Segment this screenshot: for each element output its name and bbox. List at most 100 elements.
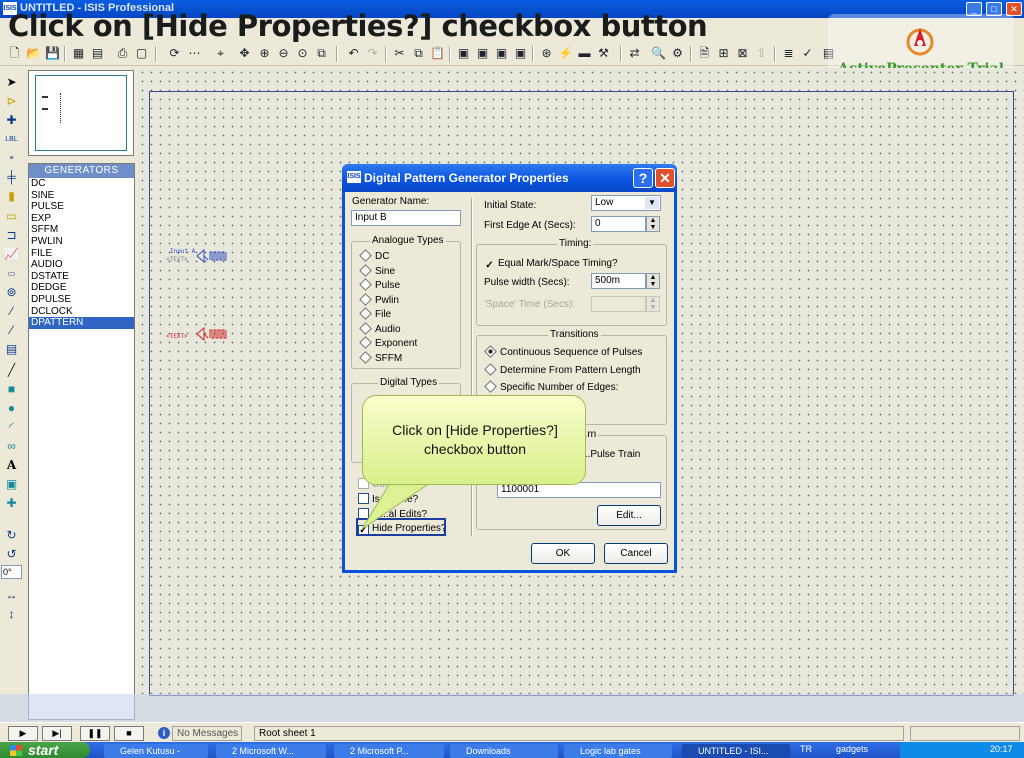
help-button[interactable]: ?: [633, 168, 653, 188]
pan-icon[interactable]: ✥: [236, 45, 253, 62]
radio-continuous-sequence[interactable]: Continuous Sequence of Pulses: [484, 345, 642, 358]
task-button[interactable]: 2 Microsoft W...: [216, 744, 326, 758]
make-device-icon[interactable]: ⚡: [557, 45, 574, 62]
play-icon[interactable]: ▶: [8, 726, 38, 741]
new-file-icon[interactable]: 🗋: [6, 45, 23, 62]
subcircuit-icon[interactable]: ▮: [2, 188, 21, 205]
zoom-all-icon[interactable]: ⊙: [294, 45, 311, 62]
pulse-width-spinner-icon[interactable]: ▲ ▼: [646, 273, 660, 289]
horizontal-scroll-area[interactable]: [0, 694, 1024, 722]
equal-mark-space-checkbox[interactable]: ✓ Equal Mark/Space Timing?: [484, 258, 617, 272]
task-button[interactable]: Gelen Kutusu -: [104, 744, 208, 758]
mirror-horizontal-icon[interactable]: ↔: [2, 587, 21, 604]
refresh-icon[interactable]: ⟳: [166, 45, 183, 62]
package-tool-icon[interactable]: ▬: [576, 45, 593, 62]
tape-recorder-icon[interactable]: ▭: [2, 265, 21, 282]
list-item[interactable]: DSTATE: [29, 271, 134, 283]
list-item[interactable]: PWLIN: [29, 236, 134, 248]
line-tool-icon[interactable]: ╱: [2, 362, 21, 379]
task-button[interactable]: Downloads: [450, 744, 558, 758]
first-edge-input[interactable]: 0: [591, 216, 646, 232]
edit-button[interactable]: Edit...: [597, 505, 661, 526]
step-icon[interactable]: ▶|: [42, 726, 72, 741]
list-item[interactable]: DPULSE: [29, 294, 134, 306]
list-item[interactable]: SINE: [29, 190, 134, 202]
initial-state-select[interactable]: Low ▼: [591, 195, 661, 211]
import-icon[interactable]: ▦: [70, 45, 87, 62]
cancel-button[interactable]: Cancel: [604, 543, 668, 564]
origin-icon[interactable]: ⌖: [212, 45, 229, 62]
cut-icon[interactable]: ✂: [391, 45, 408, 62]
copy-icon[interactable]: ⧉: [410, 45, 427, 62]
space-time-spinner-icon[interactable]: ▲ ▼: [646, 296, 660, 312]
virtual-instruments-icon[interactable]: ▤: [2, 341, 21, 358]
list-item[interactable]: DCLOCK: [29, 306, 134, 318]
device-pins-icon[interactable]: ⊐: [2, 227, 21, 244]
open-file-icon[interactable]: 📂: [25, 45, 42, 62]
messages-field[interactable]: No Messages: [172, 726, 242, 741]
generator-name-input[interactable]: Input B: [351, 210, 461, 226]
text-script-icon[interactable]: ≡: [2, 150, 21, 167]
bill-of-materials-icon[interactable]: ≣: [780, 45, 797, 62]
marker-tool-icon[interactable]: ✚: [2, 495, 21, 512]
radio-sine[interactable]: Sine: [359, 264, 395, 277]
voltage-probe-icon[interactable]: ⁄: [2, 303, 21, 320]
zoom-in-icon[interactable]: ⊕: [256, 45, 273, 62]
radio-audio[interactable]: Audio: [359, 322, 401, 335]
paste-icon[interactable]: 📋: [429, 45, 446, 62]
add-sheet-icon[interactable]: ⊞: [715, 45, 732, 62]
dialog-close-button[interactable]: ✕: [655, 168, 675, 188]
list-item[interactable]: EXP: [29, 213, 134, 225]
buses-icon[interactable]: ╪: [2, 169, 21, 186]
generator-b-symbol-icon[interactable]: [196, 326, 230, 342]
gadgets-toolbar[interactable]: gadgets: [836, 744, 868, 754]
junction-dot-icon[interactable]: ✚: [2, 112, 21, 129]
undo-icon[interactable]: ↶: [345, 45, 362, 62]
symbol-tool-icon[interactable]: ▣: [2, 476, 21, 493]
pause-icon[interactable]: ❚❚: [80, 726, 110, 741]
exit-to-parent-icon[interactable]: ⇧: [753, 45, 770, 62]
terminals-icon[interactable]: ▭: [2, 208, 21, 225]
block-move-icon[interactable]: ▣: [474, 45, 491, 62]
list-item[interactable]: DC: [29, 178, 134, 190]
new-sheet-icon[interactable]: 🗎: [696, 45, 713, 62]
list-item[interactable]: FILE: [29, 248, 134, 260]
space-time-input[interactable]: [591, 296, 646, 312]
generator-mode-icon[interactable]: ⊚: [2, 284, 21, 301]
task-button-active[interactable]: UNTITLED - ISI...: [682, 744, 790, 758]
component-mode-icon[interactable]: ⊳: [2, 93, 21, 110]
wire-label-icon[interactable]: LBL: [2, 131, 21, 148]
circle-tool-icon[interactable]: ●: [2, 400, 21, 417]
radio-pwlin[interactable]: Pwlin: [359, 293, 399, 306]
property-tool-icon[interactable]: ⚙: [669, 45, 686, 62]
first-edge-spinner-icon[interactable]: ▲ ▼: [646, 216, 660, 232]
ok-button[interactable]: OK: [531, 543, 595, 564]
grid-icon[interactable]: ⋯: [186, 45, 203, 62]
radio-pulse[interactable]: Pulse: [359, 278, 400, 291]
radio-dc[interactable]: DC: [359, 249, 389, 262]
block-delete-icon[interactable]: ▣: [512, 45, 529, 62]
rotate-clockwise-icon[interactable]: ↻: [2, 527, 21, 544]
save-icon[interactable]: 💾: [44, 45, 61, 62]
task-button[interactable]: Logic lab gates: [564, 744, 672, 758]
decompose-icon[interactable]: ⚒: [595, 45, 612, 62]
chevron-down-icon[interactable]: ▼: [645, 197, 659, 209]
list-item[interactable]: SFFM: [29, 224, 134, 236]
erc-icon[interactable]: ✓: [799, 45, 816, 62]
print-icon[interactable]: ⎙: [114, 45, 131, 62]
overview-window[interactable]: [28, 70, 134, 156]
search-icon[interactable]: 🔍: [650, 45, 667, 62]
redo-icon[interactable]: ↷: [364, 45, 381, 62]
generator-a-symbol-icon[interactable]: [196, 248, 230, 264]
list-item-selected[interactable]: DPATTERN: [29, 317, 134, 329]
zoom-out-icon[interactable]: ⊖: [275, 45, 292, 62]
area-icon[interactable]: ▢: [133, 45, 150, 62]
radio-sffm[interactable]: SFFM: [359, 351, 402, 364]
box-tool-icon[interactable]: ■: [2, 381, 21, 398]
list-item[interactable]: PULSE: [29, 201, 134, 213]
stop-icon[interactable]: ■: [114, 726, 144, 741]
task-button[interactable]: 2 Microsoft P...: [334, 744, 444, 758]
radio-file[interactable]: File: [359, 307, 391, 320]
language-indicator[interactable]: TR: [800, 744, 812, 754]
text-tool-icon[interactable]: A: [2, 457, 21, 474]
